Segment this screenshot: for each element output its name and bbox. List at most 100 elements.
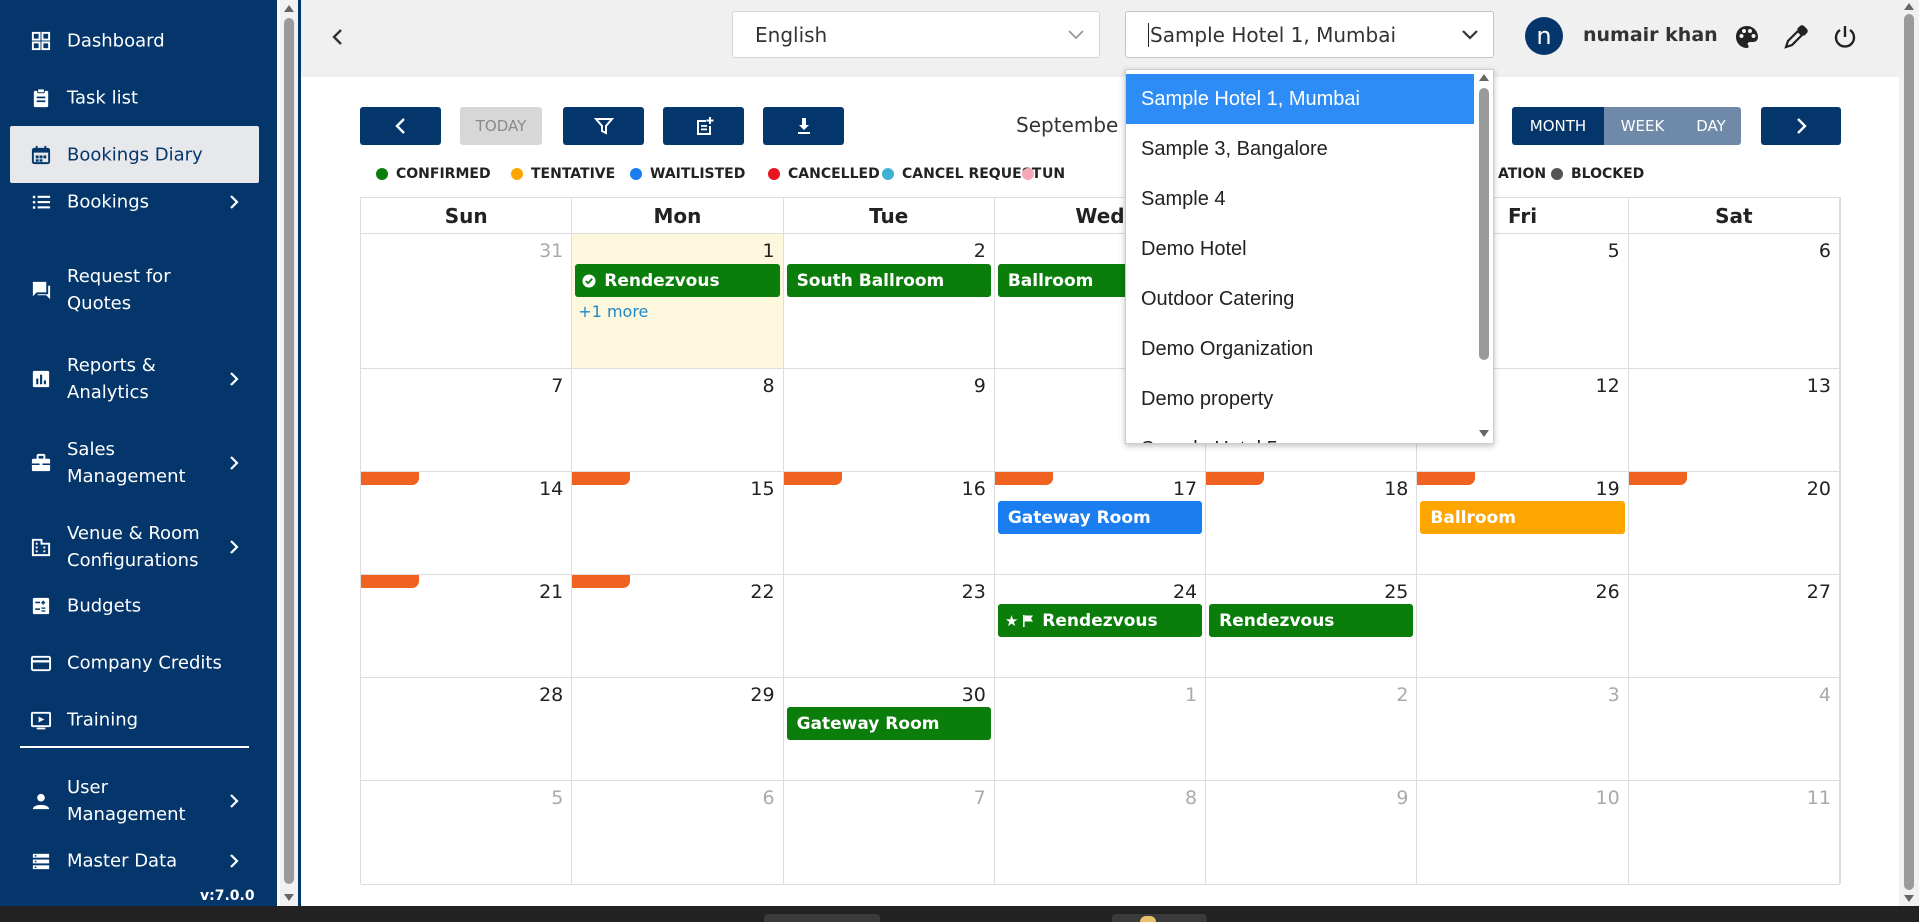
day-number[interactable]: 27 bbox=[1807, 581, 1831, 603]
previous-month-button[interactable] bbox=[360, 107, 441, 145]
day-number[interactable]: 3 bbox=[1608, 684, 1620, 706]
calendar-day-cell[interactable]: 7 bbox=[784, 781, 995, 884]
day-number[interactable]: 1 bbox=[1185, 684, 1197, 706]
calendar-day-cell[interactable]: 8 bbox=[572, 369, 784, 471]
day-number[interactable]: 28 bbox=[539, 684, 563, 706]
sidebar-item-budgets[interactable]: Budgets bbox=[10, 587, 259, 624]
day-number[interactable]: 14 bbox=[539, 478, 563, 500]
calendar-day-cell[interactable]: 16 bbox=[783, 472, 995, 574]
sidebar-item-bookings[interactable]: Bookings bbox=[10, 183, 259, 220]
day-number[interactable]: 15 bbox=[750, 478, 774, 500]
palette-icon[interactable] bbox=[1733, 23, 1761, 51]
booking-event[interactable]: ★ Rendezvous bbox=[997, 604, 1203, 637]
day-number[interactable]: 5 bbox=[551, 787, 563, 809]
page-scrollbar[interactable] bbox=[1899, 0, 1919, 906]
hotel-option[interactable]: Sample 3, Bangalore bbox=[1126, 124, 1474, 174]
collapse-sidebar-icon[interactable] bbox=[328, 24, 348, 50]
calendar-day-cell[interactable]: 6 bbox=[1629, 234, 1840, 368]
calendar-day-cell[interactable]: 30 Gateway Room bbox=[784, 678, 995, 780]
calendar-day-cell[interactable]: 5 bbox=[361, 781, 573, 884]
day-number[interactable]: 10 bbox=[1596, 787, 1620, 809]
view-day-button[interactable]: DAY bbox=[1681, 107, 1741, 145]
power-icon[interactable] bbox=[1831, 23, 1859, 51]
booking-event[interactable]: Rendezvous bbox=[1209, 604, 1414, 637]
booking-event[interactable]: Rendezvous bbox=[575, 264, 780, 297]
sidebar-item-reports-analytics[interactable]: Reports & Analytics bbox=[10, 346, 259, 412]
add-booking-button[interactable] bbox=[663, 107, 744, 145]
calendar-day-cell[interactable]: 23 bbox=[784, 575, 995, 677]
day-number[interactable]: 1 bbox=[762, 240, 774, 262]
day-number[interactable]: 23 bbox=[962, 581, 986, 603]
day-number[interactable]: 22 bbox=[750, 581, 774, 603]
hotel-option[interactable]: Sample 4 bbox=[1126, 174, 1474, 224]
calendar-day-cell[interactable]: 19 Ballroom bbox=[1417, 472, 1629, 574]
day-number[interactable]: 17 bbox=[1173, 478, 1197, 500]
calendar-day-cell[interactable]: 9 bbox=[1206, 781, 1418, 884]
calendar-day-cell[interactable]: 11 bbox=[1629, 781, 1840, 884]
sidebar-item-request-for-quotes[interactable]: Request for Quotes bbox=[10, 257, 259, 323]
day-number[interactable]: 11 bbox=[1807, 787, 1831, 809]
calendar-day-cell[interactable]: 24 ★ Rendezvous bbox=[995, 575, 1207, 677]
calendar-day-cell[interactable]: 31 bbox=[361, 234, 573, 368]
calendar-day-cell[interactable]: 28 bbox=[361, 678, 573, 780]
day-number[interactable]: 4 bbox=[1819, 684, 1831, 706]
day-number[interactable]: 8 bbox=[1185, 787, 1197, 809]
day-number[interactable]: 2 bbox=[974, 240, 986, 262]
block-indicator[interactable] bbox=[572, 575, 631, 588]
block-indicator[interactable] bbox=[1628, 472, 1687, 485]
calendar-day-cell[interactable]: 4 bbox=[1629, 678, 1840, 780]
calendar-day-cell[interactable]: 15 bbox=[572, 472, 784, 574]
calendar-day-cell[interactable]: 22 bbox=[572, 575, 784, 677]
day-number[interactable]: 2 bbox=[1396, 684, 1408, 706]
sidebar-item-user-management[interactable]: User Management bbox=[10, 768, 259, 834]
booking-event[interactable]: South Ballroom bbox=[786, 264, 991, 297]
calendar-day-cell[interactable]: 9 bbox=[784, 369, 995, 471]
language-select[interactable]: English bbox=[732, 11, 1100, 58]
dropdown-scrollbar[interactable] bbox=[1475, 70, 1493, 443]
avatar[interactable]: n bbox=[1525, 17, 1563, 55]
user-name[interactable]: numair khan bbox=[1583, 24, 1718, 46]
sidebar-item-venue-room-configurations[interactable]: Venue & Room Configurations bbox=[10, 514, 259, 580]
calendar-day-cell[interactable]: 26 bbox=[1417, 575, 1629, 677]
hotel-option[interactable]: Outdoor Catering bbox=[1126, 274, 1474, 324]
calendar-day-cell[interactable]: 27 bbox=[1629, 575, 1840, 677]
day-number[interactable]: 7 bbox=[974, 787, 986, 809]
sidebar-item-training[interactable]: Training bbox=[10, 701, 259, 738]
day-number[interactable]: 6 bbox=[762, 787, 774, 809]
day-number[interactable]: 13 bbox=[1807, 375, 1831, 397]
calendar-day-cell[interactable]: 13 bbox=[1629, 369, 1840, 471]
calendar-day-cell[interactable]: 18 bbox=[1206, 472, 1418, 574]
calendar-day-cell[interactable]: 20 bbox=[1628, 472, 1840, 574]
filter-button[interactable] bbox=[563, 107, 644, 145]
booking-event[interactable]: Gateway Room bbox=[997, 501, 1203, 534]
day-number[interactable]: 5 bbox=[1608, 240, 1620, 262]
block-indicator[interactable] bbox=[1417, 472, 1476, 485]
sidebar-item-task-list[interactable]: Task list bbox=[10, 79, 259, 116]
day-number[interactable]: 12 bbox=[1596, 375, 1620, 397]
sidebar-item-dashboard[interactable]: Dashboard bbox=[10, 22, 259, 59]
day-number[interactable]: 6 bbox=[1819, 240, 1831, 262]
day-number[interactable]: 26 bbox=[1596, 581, 1620, 603]
hotel-option[interactable]: Sample Hotel 5 bbox=[1126, 424, 1474, 444]
calendar-day-cell[interactable]: 6 bbox=[572, 781, 784, 884]
calendar-day-cell[interactable]: 14 bbox=[361, 472, 573, 574]
day-number[interactable]: 30 bbox=[962, 684, 986, 706]
view-week-button[interactable]: WEEK bbox=[1604, 107, 1681, 145]
block-indicator[interactable] bbox=[783, 472, 842, 485]
day-number[interactable]: 7 bbox=[551, 375, 563, 397]
day-number[interactable]: 18 bbox=[1384, 478, 1408, 500]
day-number[interactable]: 21 bbox=[539, 581, 563, 603]
day-number[interactable]: 16 bbox=[962, 478, 986, 500]
calendar-day-cell[interactable]: 2 South Ballroom bbox=[784, 234, 995, 368]
calendar-day-cell[interactable]: 29 bbox=[572, 678, 784, 780]
sidebar-item-company-credits[interactable]: Company Credits bbox=[10, 644, 259, 681]
today-button[interactable]: TODAY bbox=[460, 107, 542, 145]
day-number[interactable]: 24 bbox=[1173, 581, 1197, 603]
day-number[interactable]: 29 bbox=[750, 684, 774, 706]
more-events-link[interactable]: +1 more bbox=[578, 302, 648, 321]
hotel-option[interactable]: Demo property bbox=[1126, 374, 1474, 424]
block-indicator[interactable] bbox=[361, 472, 419, 485]
day-number[interactable]: 31 bbox=[539, 240, 563, 262]
day-number[interactable]: 9 bbox=[1396, 787, 1408, 809]
sidebar-scrollbar[interactable] bbox=[280, 0, 298, 906]
